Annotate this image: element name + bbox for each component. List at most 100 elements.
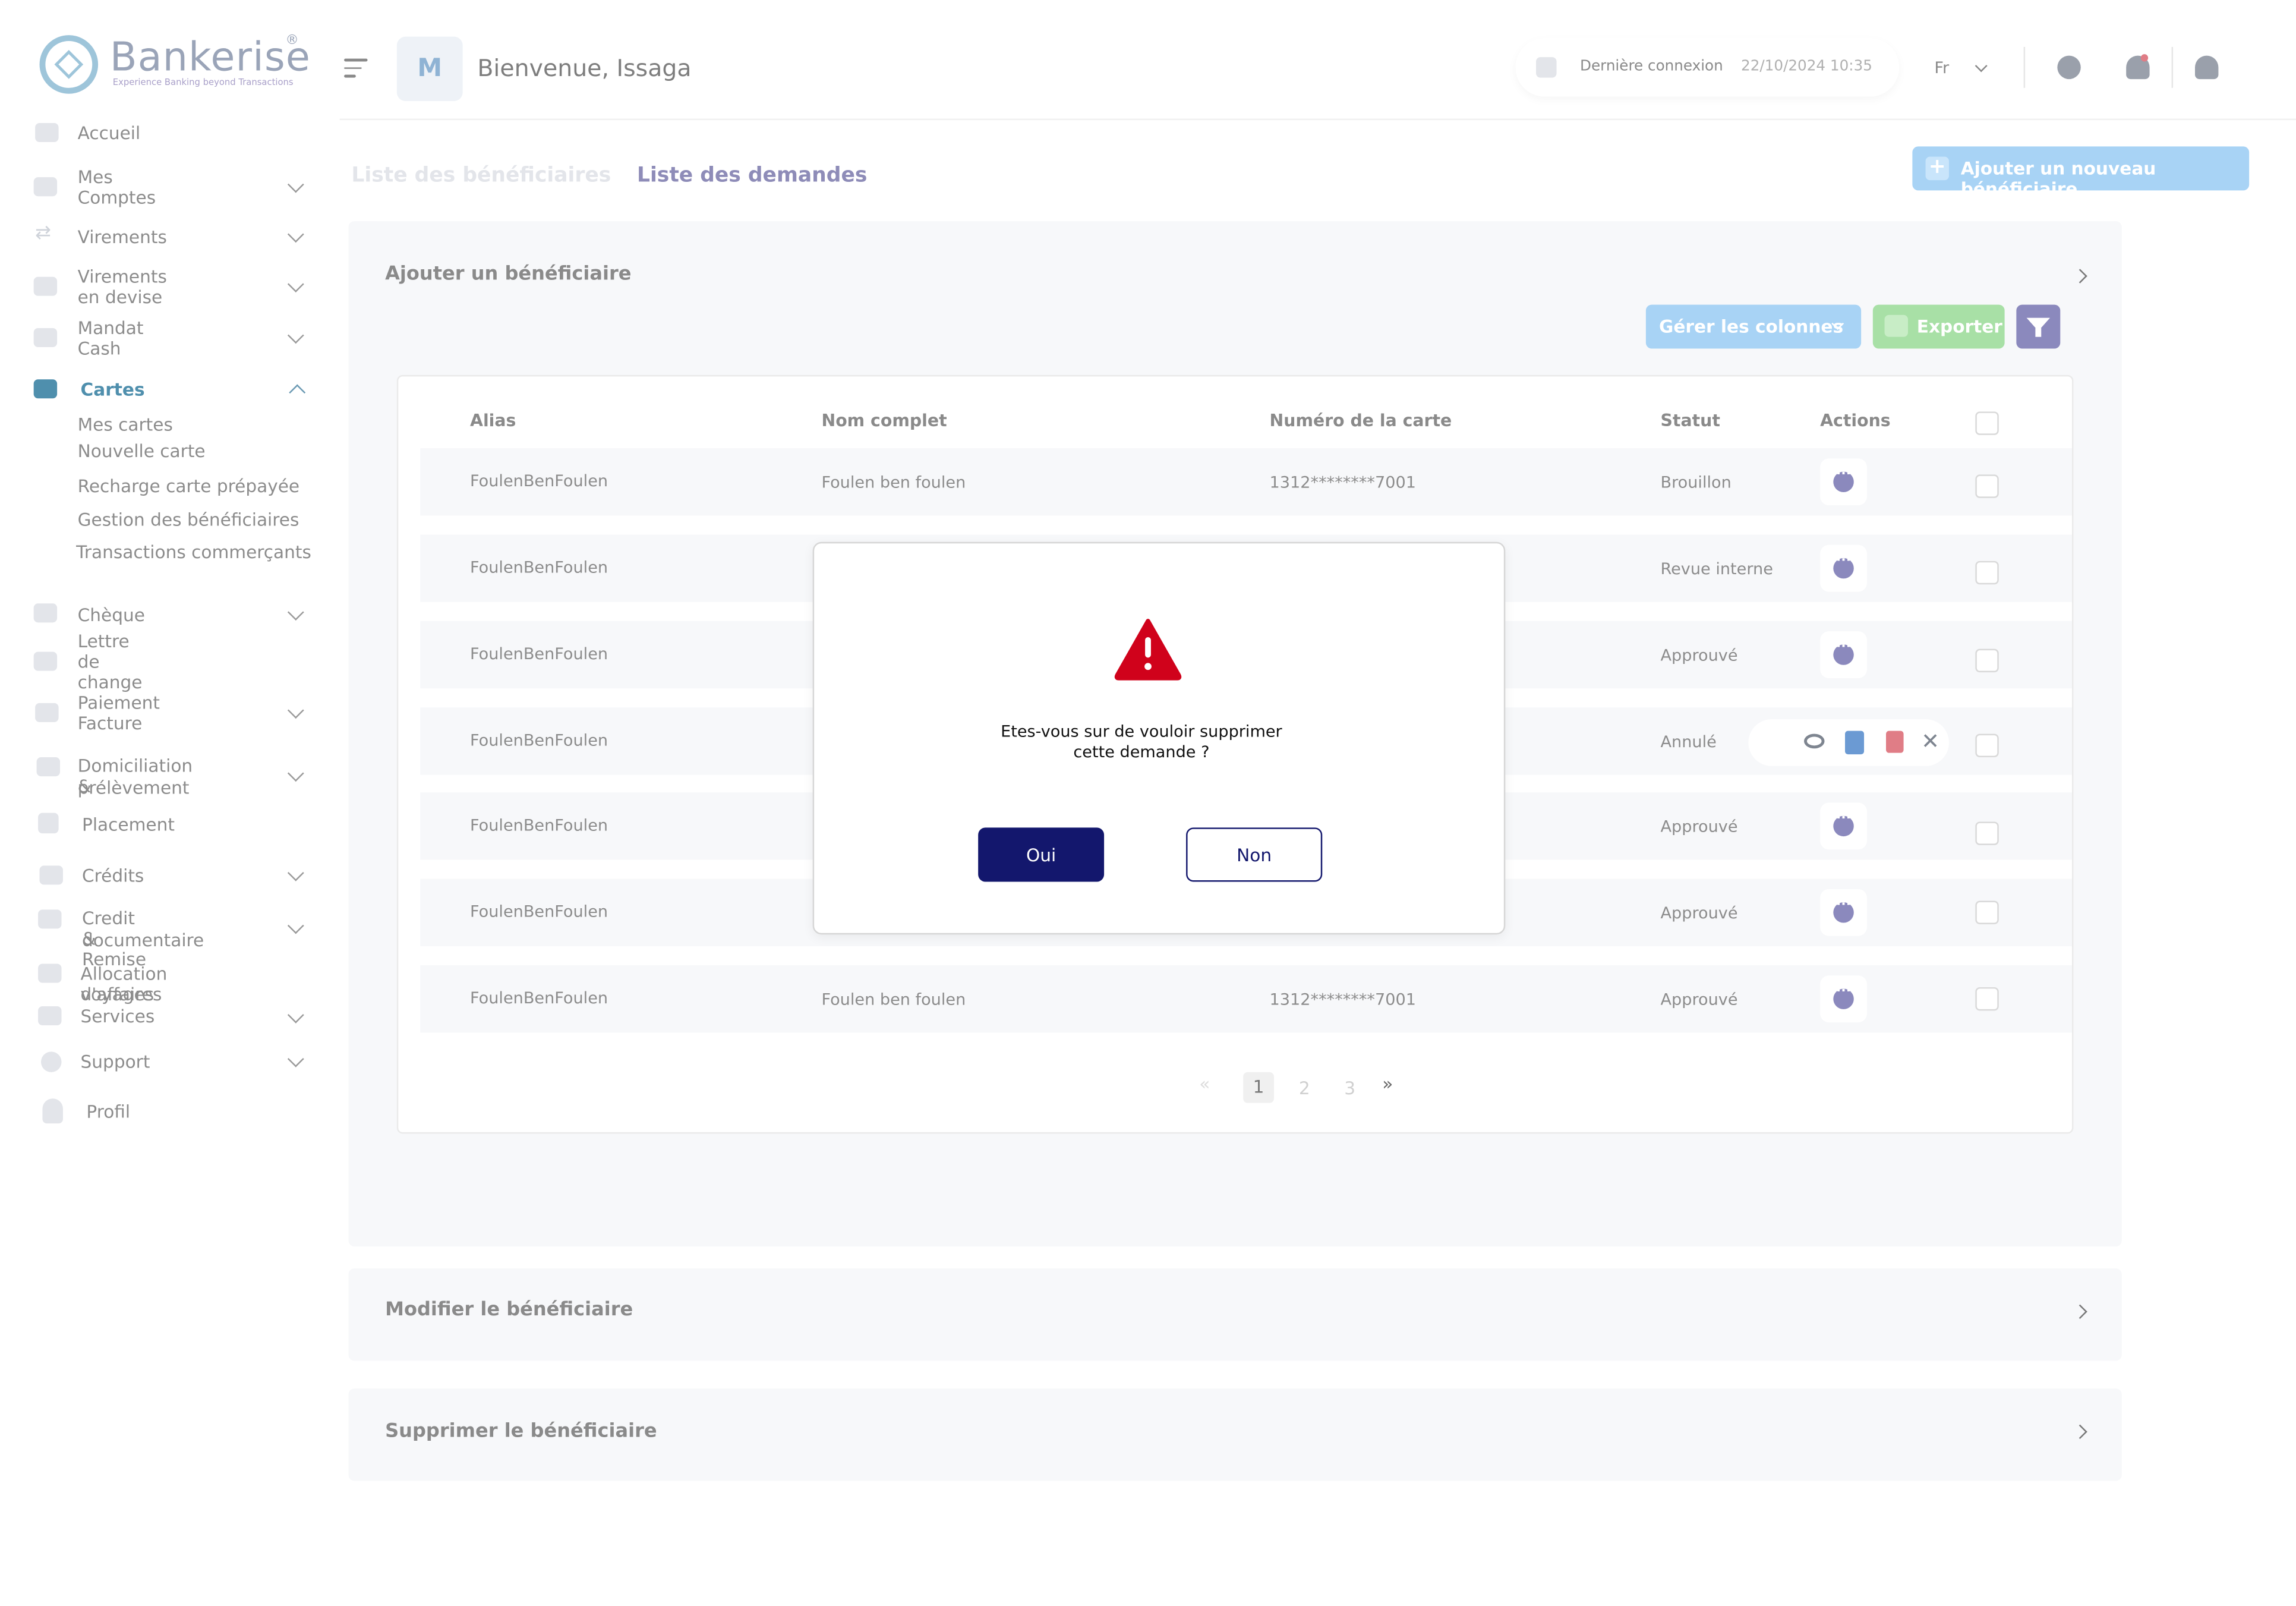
accordion-title: Supprimer le bénéficiaire	[385, 1421, 657, 1443]
edit-document-icon[interactable]	[1845, 730, 1865, 755]
sidebar-item-label: Chèque	[77, 604, 145, 626]
submenu-item-recharge[interactable]: Recharge carte prépayée	[78, 476, 300, 497]
submenu-item-gestion-beneficiaires[interactable]: Gestion des bénéficiaires	[78, 510, 299, 531]
more-icon	[1833, 640, 1854, 665]
home-icon	[35, 123, 59, 143]
chevron-right-icon	[2073, 1304, 2087, 1319]
column-header-nom-complet[interactable]: Nom complet	[821, 410, 947, 431]
panel-title[interactable]: Ajouter un bénéficiaire	[385, 264, 631, 286]
row-checkbox[interactable]	[1975, 648, 1999, 673]
submenu-item-transactions[interactable]: Transactions commerçants	[76, 542, 311, 563]
row-checkbox[interactable]	[1975, 560, 1999, 585]
credit-icon	[39, 865, 63, 885]
chevron-down-icon	[287, 604, 304, 621]
chevron-down-icon	[287, 702, 304, 719]
header-divider-line	[339, 118, 2296, 121]
row-checkbox[interactable]	[1975, 474, 1999, 498]
modify-beneficiary-accordion[interactable]: Modifier le bénéficiaire	[348, 1268, 2122, 1361]
column-header-alias[interactable]: Alias	[470, 410, 516, 431]
sidebar-item-services-label: Services	[80, 1006, 155, 1027]
mail-icon	[36, 757, 61, 777]
cell-alias: FoulenBenFoulen	[470, 558, 608, 577]
cell-statut: Revue interne	[1660, 559, 1773, 579]
chevron-down-icon	[287, 864, 304, 881]
cell-statut: Brouillon	[1660, 473, 1732, 493]
pagination-page-1[interactable]: 1	[1243, 1072, 1274, 1103]
pagination-page-3[interactable]: 3	[1344, 1078, 1355, 1099]
modal-message-line2: cette demande ?	[1073, 742, 1210, 762]
language-selector[interactable]: Fr	[1934, 59, 1988, 78]
notification-bell-icon[interactable]	[2126, 54, 2150, 80]
chevron-down-icon	[287, 176, 304, 193]
user-profile-icon[interactable]	[2194, 55, 2219, 80]
delete-confirm-modal: Etes-vous sur de vouloir supprimer cette…	[812, 541, 1506, 935]
logo-registered-mark: ®	[285, 33, 299, 49]
row-actions-button[interactable]	[1820, 458, 1867, 506]
cell-statut: Approuvé	[1660, 645, 1738, 665]
column-header-statut[interactable]: Statut	[1661, 410, 1720, 431]
cell-alias: FoulenBenFoulen	[470, 902, 608, 922]
cell-alias: FoulenBenFoulen	[470, 471, 608, 491]
row-actions-button[interactable]	[1820, 975, 1867, 1023]
pagination-next[interactable]: »	[1382, 1073, 1393, 1094]
sidebar-item-label: Cartes	[80, 379, 145, 400]
close-icon[interactable]: ✕	[1921, 728, 1939, 754]
select-all-checkbox[interactable]	[1975, 411, 1999, 435]
transfer-icon: ⇄	[35, 222, 52, 245]
tab-liste-beneficiaires[interactable]: Liste des bénéficiaires	[351, 164, 611, 187]
export-button[interactable]: Exporter	[1872, 304, 2005, 349]
invoice-icon	[35, 703, 59, 722]
row-checkbox[interactable]	[1975, 821, 1999, 845]
tab-liste-demandes[interactable]: Liste des demandes	[637, 164, 867, 187]
modal-message: Etes-vous sur de vouloir supprimer cette…	[814, 722, 1469, 763]
chevron-down-icon	[287, 1050, 304, 1067]
column-header-numero-carte[interactable]: Numéro de la carte	[1270, 410, 1452, 431]
delete-icon[interactable]	[1886, 730, 1904, 753]
column-header-actions[interactable]: Actions	[1820, 410, 1891, 431]
row-actions-button[interactable]	[1820, 631, 1867, 678]
services-icon	[38, 1006, 62, 1026]
view-icon[interactable]	[1804, 733, 1825, 749]
logo-tagline: Experience Banking beyond Transactions	[112, 77, 294, 88]
sidebar-item-label: Mes Comptes	[77, 166, 156, 208]
row-actions-button[interactable]	[1820, 544, 1867, 592]
folder-icon	[33, 177, 58, 197]
submenu-item-nouvelle-carte[interactable]: Nouvelle carte	[78, 441, 206, 462]
row-checkbox[interactable]	[1975, 987, 1999, 1011]
confirm-yes-button[interactable]: Oui	[978, 827, 1105, 882]
row-checkbox[interactable]	[1975, 900, 1999, 924]
chevron-up-icon	[289, 384, 306, 401]
export-icon	[1884, 314, 1908, 337]
add-beneficiary-button[interactable]: + Ajouter un nouveau bénéficiaire	[1912, 146, 2250, 199]
more-icon	[1833, 811, 1854, 837]
refresh-icon[interactable]	[2057, 55, 2081, 80]
sidebar-item-label: Accueil	[77, 123, 141, 144]
cell-statut: Annulé	[1660, 732, 1717, 752]
pagination-prev[interactable]: «	[1199, 1073, 1210, 1094]
accordion-title: Modifier le bénéficiaire	[385, 1299, 633, 1321]
last-login-label: Dernière connexion	[1579, 58, 1723, 75]
travel-icon	[38, 963, 62, 983]
delete-beneficiary-accordion[interactable]: Supprimer le bénéficiaire	[348, 1388, 2122, 1481]
support-icon	[41, 1051, 62, 1072]
confirm-no-button[interactable]: Non	[1186, 827, 1323, 882]
cell-statut: Approuvé	[1660, 817, 1738, 837]
more-icon	[1833, 984, 1854, 1009]
menu-toggle-icon[interactable]	[344, 58, 368, 83]
submenu-item-mes-cartes[interactable]: Mes cartes	[78, 414, 173, 435]
manage-columns-button[interactable]: Gérer les colonnes	[1645, 304, 1862, 349]
sidebar-item-label: Mandat Cash	[77, 317, 144, 359]
more-icon	[1833, 554, 1854, 579]
chevron-down-icon	[287, 765, 304, 782]
avatar[interactable]: M	[396, 36, 463, 102]
row-actions-button[interactable]	[1820, 802, 1867, 850]
last-login-value: 22/10/2024 10:35	[1741, 58, 1872, 75]
sidebar-item-label: Virements	[77, 226, 167, 248]
filter-button[interactable]	[2016, 304, 2061, 349]
pagination-page-2[interactable]: 2	[1299, 1078, 1310, 1099]
cell-alias: FoulenBenFoulen	[470, 988, 608, 1008]
row-actions-button[interactable]	[1820, 889, 1867, 936]
more-icon	[1833, 898, 1854, 923]
row-checkbox[interactable]	[1975, 733, 1999, 758]
chevron-down-icon	[1975, 59, 1988, 73]
